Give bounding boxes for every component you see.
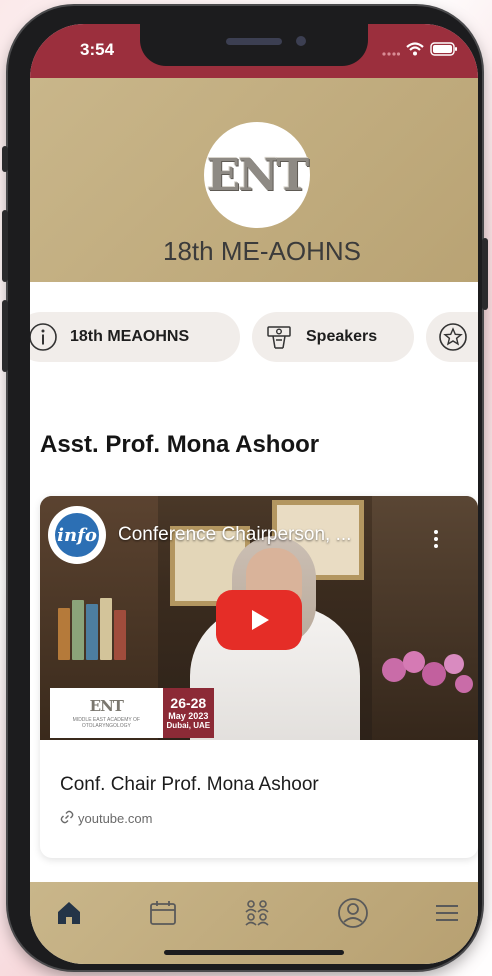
home-indicator — [164, 950, 344, 955]
front-camera — [296, 36, 306, 46]
star-badge-icon — [438, 322, 468, 352]
chip-speakers[interactable]: Speakers — [252, 312, 414, 362]
play-icon — [252, 610, 269, 630]
calendar-icon — [150, 901, 176, 925]
tab-menu[interactable] — [430, 896, 464, 930]
tab-profile[interactable] — [336, 896, 370, 930]
chip-label: Speakers — [306, 328, 378, 345]
channel-avatar[interactable]: info — [48, 506, 106, 564]
event-title: 18th ME-AOHNS — [163, 236, 361, 266]
video-title: Conference Chairperson, ... — [118, 524, 352, 545]
info-icon — [30, 322, 58, 352]
app-screen: 3:54 ENT 18th ME-AOHNS 18th MEAOHNS Spea… — [30, 24, 478, 964]
profile-icon — [338, 898, 368, 928]
bottom-tab-bar — [30, 882, 478, 964]
video-thumbnail[interactable]: info Conference Chairperson, ... ENT MID… — [40, 496, 478, 740]
link-domain: youtube.com — [78, 811, 153, 826]
chip-sponsors[interactable] — [426, 312, 478, 362]
wifi-icon — [406, 42, 424, 61]
status-icons — [382, 42, 458, 61]
chip-label: 18th MEAOHNS — [70, 328, 190, 345]
orchid-flowers — [382, 651, 473, 693]
channel-logo: info — [55, 513, 99, 557]
speaker-podium-icon — [264, 322, 294, 352]
video-card-link[interactable]: youtube.com — [60, 810, 152, 827]
conference-banner: ENT MIDDLE EAST ACADEMY OF OTOLARYNGOLOG… — [50, 688, 214, 738]
event-logo: ENT — [204, 122, 310, 228]
speaker-name: Asst. Prof. Mona Ashoor — [40, 431, 320, 458]
banner-month: May 2023 — [168, 710, 209, 721]
section-chips: 18th MEAOHNS Speakers — [30, 312, 478, 364]
signal-icon — [382, 43, 401, 61]
home-icon — [58, 902, 80, 924]
event-logo-text: ENT — [206, 149, 309, 201]
banner-city: Dubai, UAE — [166, 720, 211, 730]
volume-up-button — [2, 210, 8, 282]
notch — [140, 24, 368, 66]
status-bar: 3:54 — [30, 24, 478, 78]
people-icon — [245, 900, 269, 926]
banner-logo: ENT — [89, 697, 124, 715]
status-time: 3:54 — [80, 40, 115, 59]
tab-agenda[interactable] — [146, 896, 180, 930]
banner-subtitle: MIDDLE EAST ACADEMY OF OTOLARYNGOLOGY — [72, 717, 140, 729]
mute-switch — [2, 146, 8, 172]
volume-down-button — [2, 300, 8, 372]
banner-dates: 26-28 — [170, 694, 207, 711]
power-button — [482, 238, 488, 310]
video-card[interactable]: info Conference Chairperson, ... ENT MID… — [40, 496, 478, 858]
earpiece — [226, 38, 282, 45]
tab-speakers[interactable] — [240, 896, 274, 930]
video-card-title[interactable]: Conf. Chair Prof. Mona Ashoor — [60, 774, 319, 796]
play-button[interactable] — [216, 590, 302, 650]
event-header: ENT 18th ME-AOHNS — [30, 78, 478, 282]
link-icon — [60, 810, 74, 827]
chip-18th-meaohns[interactable]: 18th MEAOHNS — [30, 312, 240, 362]
tab-home[interactable] — [52, 896, 86, 930]
menu-icon — [436, 905, 458, 921]
more-options-icon[interactable] — [434, 530, 438, 548]
phone-frame: 3:54 ENT 18th ME-AOHNS 18th MEAOHNS Spea… — [2, 6, 488, 970]
battery-icon — [430, 42, 458, 61]
